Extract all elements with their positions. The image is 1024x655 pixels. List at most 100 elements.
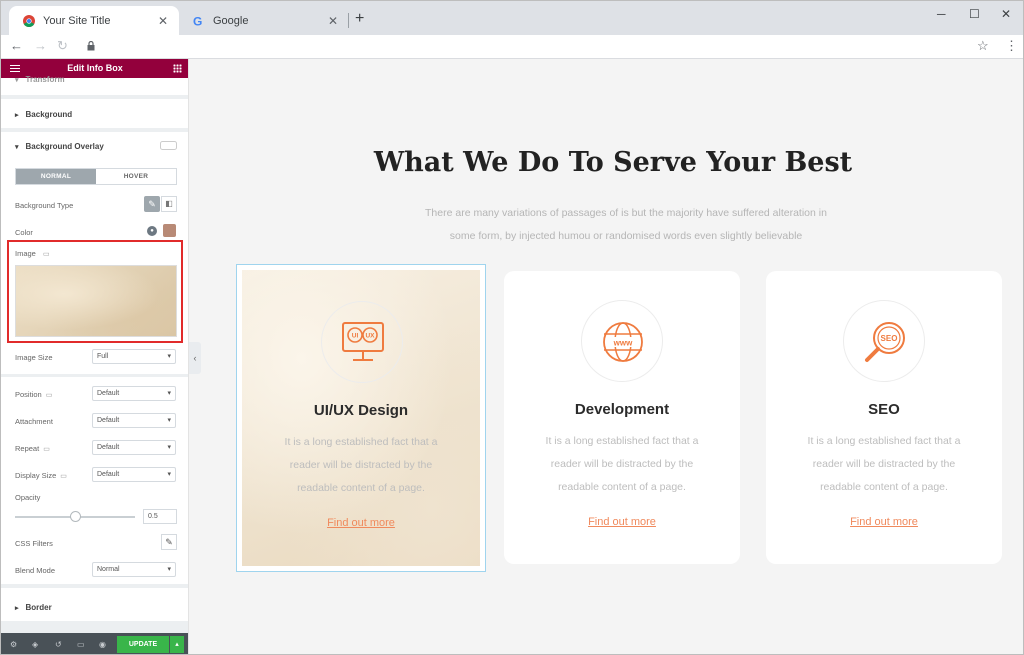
highlight-box bbox=[7, 240, 183, 343]
layers-icon[interactable]: ◈ bbox=[32, 640, 38, 649]
ui-ux-monitor-icon: UI UX bbox=[321, 301, 403, 383]
desktop-icon: ▭ bbox=[45, 392, 53, 399]
section-border[interactable]: Border bbox=[15, 603, 52, 612]
image-size-select[interactable]: Full bbox=[92, 349, 176, 364]
tab-label: Your Site Title bbox=[43, 14, 111, 27]
hamburger-icon[interactable] bbox=[10, 65, 20, 72]
globe-icon[interactable]: ● bbox=[147, 226, 157, 236]
menu-dots-icon[interactable]: ⋮ bbox=[1005, 38, 1018, 54]
section-background-overlay[interactable]: Background Overlay bbox=[15, 142, 104, 151]
attachment-select[interactable]: Default bbox=[92, 413, 176, 428]
settings-gear-icon[interactable]: ⚙ bbox=[10, 640, 17, 649]
history-icon[interactable]: ↺ bbox=[55, 640, 62, 649]
tab-google[interactable]: G Google ✕ bbox=[179, 6, 349, 35]
panel-collapse-handle[interactable]: ‹ bbox=[189, 342, 201, 374]
color-swatch[interactable] bbox=[163, 224, 176, 237]
card-text-line: It is a long established fact that a bbox=[807, 435, 961, 447]
tab-label: Google bbox=[213, 14, 249, 27]
info-box-development[interactable]: www Development It is a long established… bbox=[504, 271, 740, 564]
normal-hover-toggle: NORMAL HOVER bbox=[15, 168, 177, 185]
update-options-icon[interactable]: ▴ bbox=[170, 636, 184, 653]
lock-icon bbox=[87, 41, 95, 51]
repeat-select[interactable]: Default bbox=[92, 440, 176, 455]
blend-mode-label: Blend Mode bbox=[15, 566, 56, 575]
page-canvas: What We Do To Serve Your Best There are … bbox=[201, 59, 1023, 654]
update-button[interactable]: UPDATE bbox=[117, 636, 169, 653]
display-size-select[interactable]: Default bbox=[92, 467, 176, 482]
divider bbox=[1, 128, 188, 132]
card-text-line: readable content of a page. bbox=[820, 481, 948, 493]
section-transform[interactable]: Transform bbox=[15, 75, 65, 84]
svg-text:www: www bbox=[613, 339, 633, 348]
close-tab-icon[interactable]: ✕ bbox=[155, 14, 171, 28]
find-out-more-link[interactable]: Find out more bbox=[243, 517, 479, 529]
opacity-input[interactable]: 0.5 bbox=[143, 509, 177, 524]
classic-brush-icon[interactable]: ✎ bbox=[144, 196, 160, 212]
description-line: some form, by injected humou or randomis… bbox=[449, 230, 803, 242]
seo-magnifier-icon: SEO bbox=[843, 300, 925, 382]
gradient-icon[interactable]: ◧ bbox=[161, 196, 177, 212]
repeat-label: Repeat ▭ bbox=[15, 444, 50, 453]
editor-panel: Edit Info Box Transform Background Backg… bbox=[1, 59, 189, 654]
card-text-line: reader will be distracted by the bbox=[289, 459, 433, 471]
tab-hover[interactable]: HOVER bbox=[96, 169, 176, 184]
find-out-more-link[interactable]: Find out more bbox=[766, 516, 1002, 528]
card-text: It is a long established fact that a rea… bbox=[243, 431, 479, 500]
preview-eye-icon[interactable]: ◉ bbox=[99, 640, 106, 649]
maximize-icon[interactable]: ☐ bbox=[969, 7, 980, 21]
minimize-icon[interactable]: ─ bbox=[937, 7, 946, 21]
info-box-seo[interactable]: SEO SEO It is a long established fact th… bbox=[766, 271, 1002, 564]
position-label: Position ▭ bbox=[15, 390, 53, 399]
card-text-line: It is a long established fact that a bbox=[284, 436, 438, 448]
panel-footer: ⚙ ◈ ↺ ▭ ◉ UPDATE ▴ bbox=[1, 633, 188, 654]
close-window-icon[interactable]: ✕ bbox=[1001, 7, 1011, 21]
divider bbox=[1, 374, 188, 377]
svg-text:SEO: SEO bbox=[881, 334, 898, 343]
responsive-icon[interactable]: ▭ bbox=[77, 640, 85, 649]
tab-your-site-title[interactable]: Your Site Title ✕ bbox=[9, 6, 179, 35]
panel-title: Edit Info Box bbox=[67, 63, 123, 73]
card-text-line: reader will be distracted by the bbox=[812, 458, 956, 470]
card-title: Development bbox=[574, 401, 670, 418]
card-text-line: reader will be distracted by the bbox=[550, 458, 694, 470]
new-tab-icon[interactable]: + bbox=[355, 10, 364, 28]
tab-bar: Your Site Title ✕ G Google ✕ + ─ ☐ ✕ bbox=[1, 1, 1023, 35]
reload-icon[interactable]: ↻ bbox=[57, 38, 68, 54]
description-line: There are many variations of passages of… bbox=[425, 207, 827, 219]
section-heading: What We Do To Serve Your Best bbox=[373, 147, 853, 178]
image-size-label: Image Size bbox=[15, 353, 53, 362]
card-title: UI/UX Design bbox=[313, 402, 409, 419]
card-text-line: readable content of a page. bbox=[297, 482, 425, 494]
card-text: It is a long established fact that a rea… bbox=[766, 430, 1002, 499]
close-tab-icon[interactable]: ✕ bbox=[325, 14, 341, 28]
display-size-label: Display Size ▭ bbox=[15, 471, 67, 480]
card-text-line: readable content of a page. bbox=[558, 481, 686, 493]
edit-pencil-icon[interactable]: ✎ bbox=[161, 534, 177, 550]
back-icon[interactable]: ← bbox=[10, 38, 23, 54]
pro-badge-icon bbox=[160, 141, 177, 150]
forward-icon[interactable]: → bbox=[34, 38, 47, 54]
opacity-slider-handle[interactable] bbox=[69, 511, 81, 522]
color-label: Color bbox=[15, 228, 33, 237]
find-out-more-link[interactable]: Find out more bbox=[504, 516, 740, 528]
www-globe-icon: www bbox=[581, 300, 663, 382]
css-filters-label: CSS Filters bbox=[15, 539, 53, 548]
widgets-grid-icon[interactable] bbox=[173, 64, 182, 73]
panel-body: Transform Background Background Overlay … bbox=[1, 75, 188, 633]
desktop-icon: ▭ bbox=[60, 473, 67, 480]
svg-text:UI: UI bbox=[352, 333, 359, 340]
svg-text:G: G bbox=[193, 15, 202, 27]
info-box-ui-ux[interactable]: UI UX UI/UX Design It is a long establis… bbox=[236, 264, 486, 572]
desktop-icon: ▭ bbox=[43, 446, 50, 453]
address-bar[interactable] bbox=[79, 38, 1003, 56]
google-icon: G bbox=[193, 15, 202, 27]
opacity-label: Opacity bbox=[15, 493, 41, 502]
bookmark-star-icon[interactable]: ☆ bbox=[977, 38, 989, 54]
tab-normal[interactable]: NORMAL bbox=[16, 169, 96, 184]
section-background[interactable]: Background bbox=[15, 110, 73, 119]
blend-mode-select[interactable]: Normal bbox=[92, 562, 176, 577]
browser-window: Your Site Title ✕ G Google ✕ + ─ ☐ ✕ ← →… bbox=[0, 0, 1024, 655]
chrome-icon bbox=[23, 14, 35, 27]
tab-separator bbox=[348, 13, 349, 28]
position-select[interactable]: Default bbox=[92, 386, 176, 401]
